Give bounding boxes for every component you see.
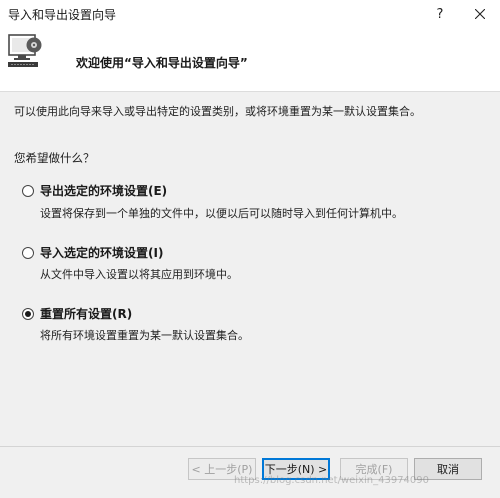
import-option[interactable]: 导入选定的环境设置(I) xyxy=(22,244,163,261)
help-button[interactable]: ? xyxy=(420,0,460,28)
radio-selected-dot xyxy=(25,310,31,317)
import-option-label[interactable]: 导入选定的环境设置(I) xyxy=(40,244,163,261)
close-button[interactable] xyxy=(460,0,500,28)
import-export-settings-icon xyxy=(8,34,42,67)
export-option-description: 设置将保存到一个单独的文件中，以便以后可以随时导入到任何计算机中。 xyxy=(40,207,403,220)
export-option-label[interactable]: 导出选定的环境设置(E) xyxy=(40,182,167,199)
watermark: https://blog.csdn.net/weixin_43974090 xyxy=(234,475,430,486)
export-radio[interactable] xyxy=(22,184,34,197)
footer-divider xyxy=(0,446,500,447)
close-icon xyxy=(475,9,485,19)
import-radio[interactable] xyxy=(22,246,34,259)
wizard-header: 欢迎使用“导入和导出设置向导” xyxy=(0,28,500,92)
window-title: 导入和导出设置向导 xyxy=(8,8,117,22)
reset-option-description: 将所有环境设置重置为某一默认设置集合。 xyxy=(40,329,249,342)
intro-text: 可以使用此向导来导入或导出特定的设置类别，或将环境重置为某一默认设置集合。 xyxy=(14,105,421,118)
question-label: 您希望做什么？ xyxy=(14,151,95,165)
wizard-window: 导入和导出设置向导 ? 欢迎使用“导入和导出设置向导” 可以使用此向导来导入或导… xyxy=(0,0,500,498)
welcome-heading: 欢迎使用“导入和导出设置向导” xyxy=(76,56,248,70)
title-bar: 导入和导出设置向导 ? xyxy=(0,0,500,28)
import-option-description: 从文件中导入设置以将其应用到环境中。 xyxy=(40,268,238,281)
export-option[interactable]: 导出选定的环境设置(E) xyxy=(22,182,167,199)
reset-radio[interactable] xyxy=(22,307,34,320)
reset-option-label[interactable]: 重置所有设置(R) xyxy=(40,305,132,322)
reset-option[interactable]: 重置所有设置(R) xyxy=(22,305,132,322)
